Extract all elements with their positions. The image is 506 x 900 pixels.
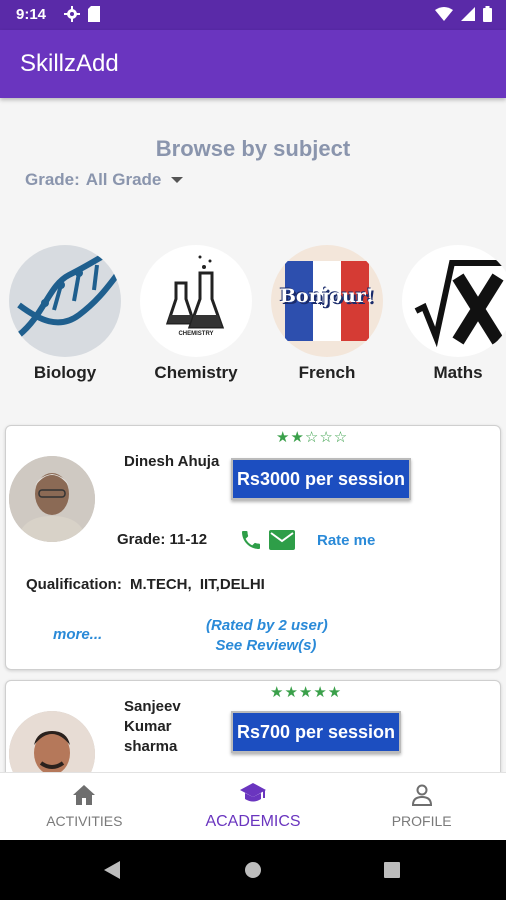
person-icon	[411, 784, 433, 809]
rated-by-text: (Rated by 2 user)	[206, 617, 328, 634]
bonjour-flag-icon: Bonjour!	[271, 245, 383, 357]
subject-french[interactable]: Bonjour! French	[269, 245, 385, 383]
nav-activities[interactable]: ACTIVITIES	[0, 773, 169, 840]
signal-icon	[461, 7, 475, 26]
bonjour-icon-caption: Bonjour!	[279, 285, 375, 307]
chevron-down-icon	[171, 177, 184, 183]
subject-label: Chemistry	[154, 363, 238, 382]
price-button[interactable]: Rs700 per session	[231, 711, 401, 753]
recents-icon[interactable]	[384, 862, 400, 883]
back-icon[interactable]	[102, 860, 122, 885]
browse-title: Browse by subject	[155, 136, 351, 161]
tutor-card[interactable]: Dinesh Ahuja ★★☆☆☆ Rs3000 per session Gr…	[5, 425, 501, 670]
star-rating: ★★★★★	[270, 684, 343, 701]
star-rating: ★★☆☆☆	[276, 429, 349, 446]
qualification-label: Qualification:	[26, 576, 122, 593]
home-circle-icon[interactable]	[244, 861, 262, 884]
phone-icon[interactable]	[239, 528, 263, 557]
nav-label: ACADEMICS	[205, 813, 301, 830]
rate-me-link[interactable]: Rate me	[317, 532, 375, 549]
status-bar: 9:14	[0, 0, 506, 30]
grade-filter-dropdown[interactable]: Grade: All Grade	[25, 170, 184, 190]
tutor-name: Dinesh Ahuja	[124, 453, 220, 470]
home-icon	[72, 784, 96, 809]
subject-label: Maths	[433, 363, 483, 382]
subject-chemistry[interactable]: CHEMISTRY Chemistry	[138, 245, 254, 383]
subject-maths[interactable]: √X Maths	[400, 245, 506, 383]
bottom-navigation: ACTIVITIES ACADEMICS PROFILE	[0, 772, 506, 840]
tutor-grade-value: 11-12	[169, 531, 208, 548]
tutor-qualification: Qualification: M.TECH, IIT,DELHI	[26, 576, 265, 593]
lab-flask-icon: CHEMISTRY	[140, 245, 252, 357]
subject-label: French	[298, 363, 356, 382]
sqrt-x-icon: √X	[402, 245, 506, 357]
subject-carousel[interactable]: Biology CHEMISTRY Chemistry Bonjour! Fre…	[0, 245, 506, 385]
gear-icon	[64, 6, 80, 27]
price-button[interactable]: Rs3000 per session	[231, 458, 411, 500]
subject-biology[interactable]: Biology	[7, 245, 123, 383]
nav-label: PROFILE	[391, 813, 452, 829]
grade-filter-label: Grade:	[25, 170, 80, 189]
rating-summary[interactable]: (Rated by 2 user) See Review(s)	[206, 616, 328, 656]
email-icon[interactable]	[269, 529, 295, 556]
tutor-grade-label: Grade:	[117, 531, 166, 548]
chemistry-icon-caption: CHEMISTRY	[178, 331, 214, 337]
system-navigation-bar	[0, 840, 506, 900]
nav-profile[interactable]: PROFILE	[337, 773, 506, 840]
status-time: 9:14	[16, 6, 47, 23]
wifi-icon	[435, 7, 453, 26]
battery-icon	[483, 6, 492, 27]
avatar	[9, 456, 95, 542]
nav-academics[interactable]: ACADEMICS	[169, 773, 338, 840]
nav-label: ACTIVITIES	[46, 813, 123, 829]
graduation-cap-icon	[239, 782, 267, 809]
app-title: SkillzAdd	[20, 50, 119, 77]
grade-filter-value: All Grade	[85, 170, 162, 189]
sd-card-icon	[88, 6, 100, 27]
dna-icon	[9, 245, 121, 357]
app-bar: SkillzAdd	[0, 30, 506, 98]
more-link[interactable]: more...	[53, 626, 102, 643]
subject-label: Biology	[33, 363, 97, 382]
tutor-grade: Grade: 11-12	[117, 531, 207, 548]
tutor-name: Sanjeev Kumar sharma	[124, 698, 181, 755]
qualification-value: M.TECH, IIT,DELHI	[130, 576, 265, 593]
see-reviews-link[interactable]: See Review(s)	[206, 636, 326, 656]
